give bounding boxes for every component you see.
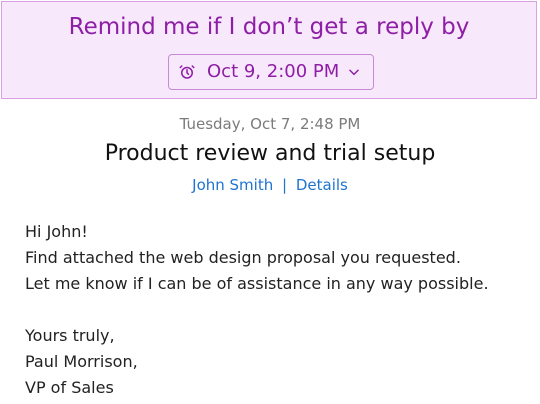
body-line: Find attached the web design proposal yo… bbox=[25, 248, 461, 267]
reminder-title: Remind me if I don’t get a reply by bbox=[68, 14, 470, 40]
email-subject: Product review and trial setup bbox=[104, 141, 436, 166]
sender-info: John Smith | Details bbox=[0, 175, 540, 195]
sent-date: Tuesday, Oct 7, 2:48 PM bbox=[179, 115, 361, 133]
body-line: Paul Morrison, bbox=[25, 352, 138, 371]
body-line: VP of Sales bbox=[25, 378, 114, 397]
details-link[interactable]: Details bbox=[296, 176, 348, 194]
body-line: Hi John! bbox=[25, 222, 88, 241]
message-body: Hi John! Find attached the web design pr… bbox=[25, 219, 525, 401]
reply-reminder-banner: Remind me if I don’t get a reply by Oct … bbox=[1, 1, 537, 99]
reminder-date-picker[interactable]: Oct 9, 2:00 PM bbox=[168, 54, 374, 90]
body-line: Let me know if I can be of assistance in… bbox=[25, 274, 489, 293]
chevron-down-icon bbox=[349, 69, 359, 76]
sender-name-link[interactable]: John Smith bbox=[192, 176, 273, 194]
body-line: Yours truly, bbox=[25, 326, 115, 345]
alarm-clock-icon bbox=[179, 65, 195, 79]
sender-separator: | bbox=[282, 176, 288, 194]
reminder-date-value: Oct 9, 2:00 PM bbox=[207, 61, 340, 82]
